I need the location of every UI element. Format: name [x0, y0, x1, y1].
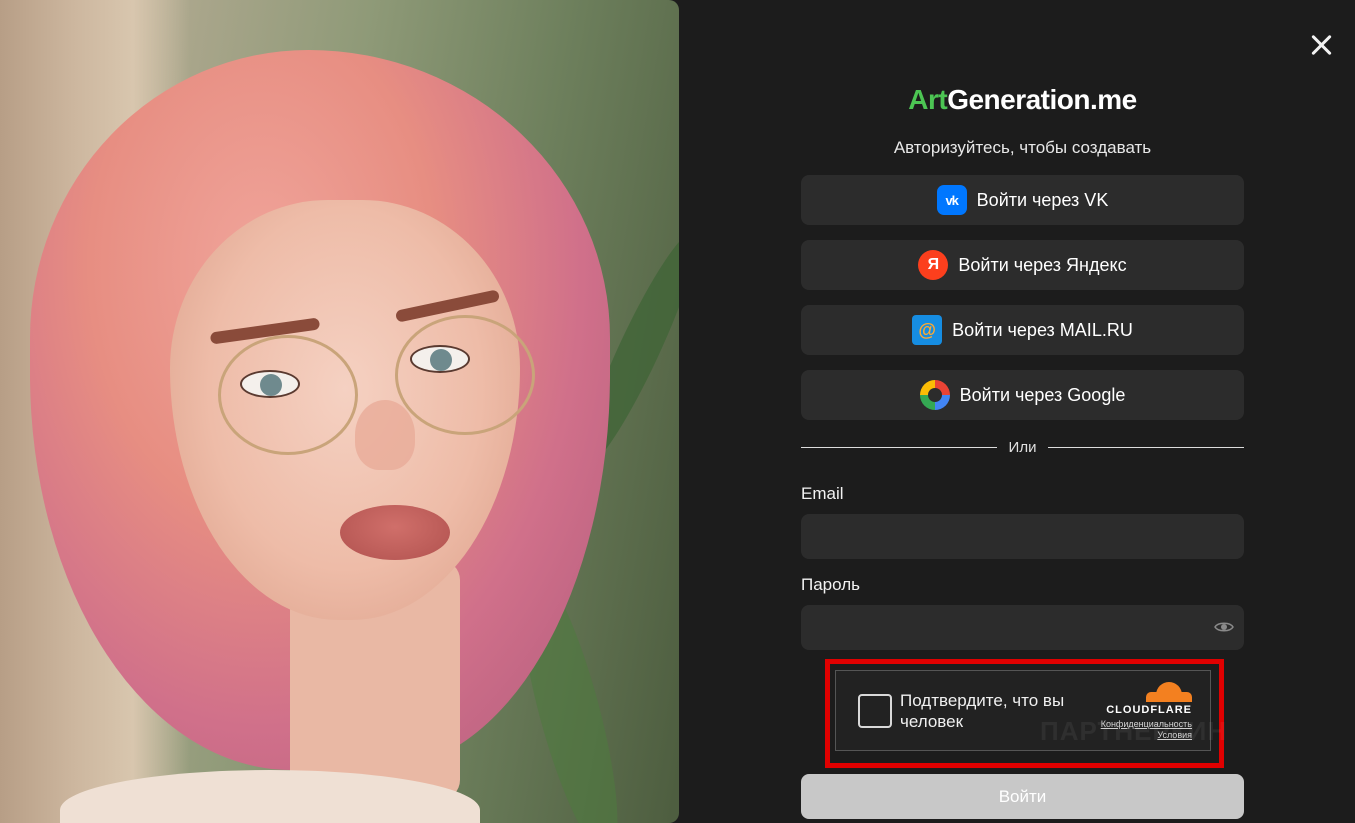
login-vk-button[interactable]: vk Войти через VK [801, 175, 1244, 225]
logo-accent: Art [908, 84, 948, 115]
hero-portrait-image [0, 0, 679, 823]
site-logo: ArtGeneration.me [801, 84, 1244, 116]
password-label: Пароль [801, 575, 860, 594]
google-icon [919, 380, 950, 410]
cloudflare-name: CLOUDFLARE [1106, 703, 1192, 716]
show-password-eye-icon[interactable] [1214, 620, 1234, 634]
watermark-text: ПАРТНЕРКИН [1040, 716, 1228, 746]
mailru-icon: @ [912, 315, 943, 345]
login-yandex-label: Войти через Яндекс [958, 254, 1127, 275]
login-mailru-button[interactable]: @ Войти через MAIL.RU [801, 305, 1244, 355]
email-label: Email [801, 484, 844, 503]
or-divider-text: Или [1008, 438, 1037, 456]
login-yandex-button[interactable]: Я Войти через Яндекс [801, 240, 1244, 290]
email-field[interactable] [801, 514, 1244, 559]
login-mailru-label: Войти через MAIL.RU [952, 319, 1133, 340]
login-google-button[interactable]: Войти через Google [801, 370, 1244, 420]
close-icon[interactable] [1306, 30, 1336, 60]
vk-icon: vk [936, 185, 967, 215]
submit-login-button[interactable]: Войти [801, 774, 1244, 819]
auth-modal: ArtGeneration.me Авторизуйтесь, чтобы со… [0, 0, 1355, 823]
human-verification-checkbox[interactable] [858, 693, 892, 728]
password-field[interactable] [801, 605, 1244, 650]
yandex-icon: Я [918, 250, 949, 280]
or-divider: Или [801, 437, 1245, 457]
page-subtitle: Авторизуйтесь, чтобы создавать [893, 138, 1152, 157]
login-vk-label: Войти через VK [976, 189, 1109, 210]
logo-text: Generation.me [947, 84, 1137, 115]
cloudflare-logo-icon [1146, 681, 1192, 702]
login-google-label: Войти через Google [959, 384, 1126, 405]
